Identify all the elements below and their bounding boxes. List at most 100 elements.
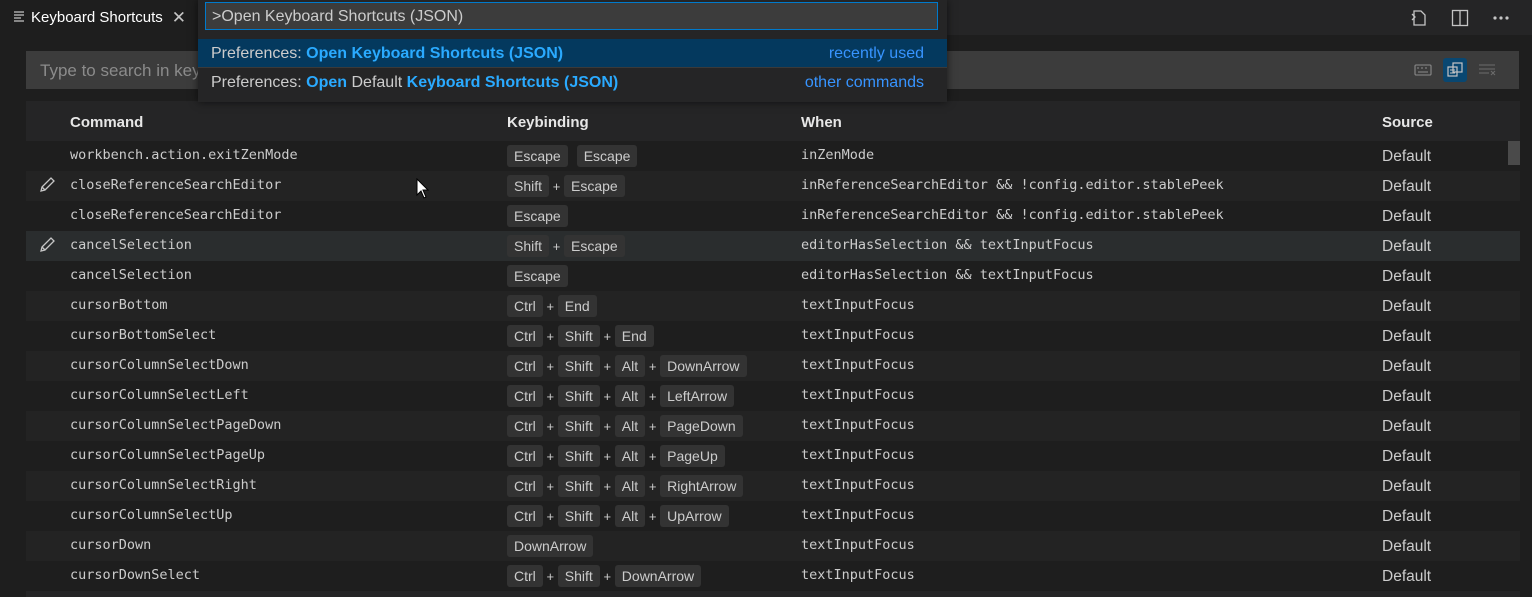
keybinding-cell: Escape Escape bbox=[507, 145, 638, 167]
keycap: Shift bbox=[507, 175, 550, 197]
table-row[interactable]: cursorColumnSelectLeft Ctrl + Shift + Alt + Lef… bbox=[26, 381, 1520, 411]
tab-label: Keyboard Shortcuts bbox=[31, 9, 163, 26]
source-cell: Default bbox=[1382, 208, 1432, 225]
command-cell: cursorColumnSelectPageUp bbox=[70, 447, 266, 463]
when-cell: inReferenceSearchEditor && !config.edito… bbox=[801, 177, 1224, 193]
keycap: Shift bbox=[557, 445, 600, 467]
keybinding-cell: Ctrl + Shift + Alt + DownArrow bbox=[507, 355, 747, 377]
source-cell: Default bbox=[1382, 508, 1432, 525]
list-icon bbox=[13, 10, 25, 25]
table-row[interactable]: cursorBottom Ctrl + End textInputFocus Defaul… bbox=[26, 291, 1520, 321]
command-cell: cancelSelection bbox=[70, 267, 192, 283]
when-cell: textInputFocus bbox=[801, 327, 915, 343]
keycap: DownArrow bbox=[660, 355, 747, 377]
source-cell: Default bbox=[1382, 568, 1432, 585]
keyboard-icon[interactable] bbox=[1411, 58, 1435, 82]
command-palette-input[interactable] bbox=[206, 3, 945, 31]
key-separator: + bbox=[648, 508, 657, 524]
table-row[interactable]: closeReferenceSearchEditor Shift + Escape in… bbox=[26, 171, 1520, 201]
column-header-source[interactable]: Source bbox=[1382, 114, 1433, 131]
keybinding-cell: Ctrl + Shift + Alt + RightArrow bbox=[507, 475, 744, 497]
key-separator: + bbox=[546, 418, 555, 434]
keybinding-cell: Ctrl + Shift + Alt + PageDown bbox=[507, 415, 743, 437]
keycap: LeftArrow bbox=[660, 385, 735, 407]
keycap: Ctrl bbox=[507, 355, 543, 377]
keycap: Escape bbox=[564, 235, 625, 257]
keycap: Alt bbox=[614, 475, 646, 497]
table-row[interactable]: cancelSelection Shift + Escape editorHasSele… bbox=[26, 231, 1520, 261]
key-separator: + bbox=[648, 418, 657, 434]
source-cell: Default bbox=[1382, 298, 1432, 315]
source-cell: Default bbox=[1382, 538, 1432, 555]
open-json-icon[interactable] bbox=[1408, 7, 1430, 29]
key-separator: + bbox=[648, 478, 657, 494]
close-icon[interactable]: ✕ bbox=[172, 8, 186, 28]
label-text: Preferences: bbox=[211, 45, 307, 62]
table-row[interactable]: closeReferenceSearchEditor Escape inRefere… bbox=[26, 201, 1520, 231]
keycap: Ctrl bbox=[507, 415, 543, 437]
command-palette-input-box bbox=[205, 2, 945, 31]
command-cell: cursorColumnSelectUp bbox=[70, 507, 233, 523]
when-cell: editorHasSelection && textInputFocus bbox=[801, 267, 1094, 283]
sort-precedence-icon[interactable] bbox=[1443, 58, 1467, 82]
clear-search-icon[interactable] bbox=[1475, 58, 1499, 82]
table-row[interactable]: cursorColumnSelectUp Ctrl + Shift + Alt + UpArr… bbox=[26, 501, 1520, 531]
edit-icon[interactable] bbox=[38, 176, 56, 194]
key-separator: + bbox=[603, 358, 612, 374]
key-separator: + bbox=[546, 508, 555, 524]
edit-icon[interactable] bbox=[38, 236, 56, 254]
source-cell: Default bbox=[1382, 448, 1432, 465]
keybinding-cell: Shift + Escape bbox=[507, 175, 625, 197]
command-cell: cursorColumnSelectRight bbox=[70, 477, 257, 493]
key-separator: + bbox=[546, 448, 555, 464]
list-separator bbox=[198, 67, 947, 68]
table-row[interactable]: cursorDown DownArrow textInputFocus Default bbox=[26, 531, 1520, 561]
search-tools bbox=[1411, 58, 1499, 82]
keycap: Shift bbox=[557, 475, 600, 497]
vertical-scrollbar[interactable] bbox=[1508, 141, 1520, 165]
table-row[interactable]: cancelSelection Escape editorHasSelection … bbox=[26, 261, 1520, 291]
when-cell: textInputFocus bbox=[801, 387, 915, 403]
table-row[interactable]: workbench.action.exitZenMode Escape Escape… bbox=[26, 141, 1520, 171]
command-palette-item[interactable]: Preferences: Open Default Keyboard Short… bbox=[198, 68, 947, 97]
command-cell: cursorColumnSelectDown bbox=[70, 357, 249, 373]
keycap: Ctrl bbox=[507, 445, 543, 467]
mouse-cursor-icon bbox=[416, 178, 430, 199]
key-separator: + bbox=[546, 568, 555, 584]
tab-keyboard-shortcuts[interactable]: Keyboard Shortcuts ✕ bbox=[0, 0, 200, 35]
command-palette: Preferences: Open Keyboard Shortcuts (JS… bbox=[198, 0, 947, 102]
table-row[interactable]: cursorColumnSelectDown Ctrl + Shift + Alt + Dow… bbox=[26, 351, 1520, 381]
when-cell: textInputFocus bbox=[801, 507, 915, 523]
key-separator: + bbox=[546, 478, 555, 494]
keycap: UpArrow bbox=[660, 505, 729, 527]
key-separator: + bbox=[603, 328, 612, 344]
table-row[interactable]: cursorColumnSelectRight Ctrl + Shift + Alt + Ri… bbox=[26, 471, 1520, 501]
command-palette-item-description: other commands bbox=[804, 74, 924, 91]
table-row[interactable]: cursorDownSelect Ctrl + Shift + DownArrow text… bbox=[26, 561, 1520, 591]
key-separator: + bbox=[648, 448, 657, 464]
column-header-when[interactable]: When bbox=[801, 114, 842, 131]
match-highlight: Open Keyboard Shortcuts (JSON) bbox=[306, 45, 564, 62]
when-cell: editorHasSelection && textInputFocus bbox=[801, 237, 1094, 253]
table-row[interactable]: cursorColumnSelectPageDown Ctrl + Shift + Alt… bbox=[26, 411, 1520, 441]
command-cell: cursorColumnSelectPageDown bbox=[70, 417, 282, 433]
when-cell: textInputFocus bbox=[801, 297, 915, 313]
command-cell: cursorColumnSelectLeft bbox=[70, 387, 249, 403]
keycap: Shift bbox=[507, 235, 550, 257]
command-palette-item[interactable]: Preferences: Open Keyboard Shortcuts (JS… bbox=[198, 39, 947, 68]
source-cell: Default bbox=[1382, 388, 1432, 405]
column-header-command[interactable]: Command bbox=[70, 114, 143, 131]
when-cell: inReferenceSearchEditor && !config.edito… bbox=[801, 207, 1224, 223]
source-cell: Default bbox=[1382, 358, 1432, 375]
table-row[interactable]: cursorColumnSelectPageUp Ctrl + Shift + Alt + P… bbox=[26, 441, 1520, 471]
column-header-keybinding[interactable]: Keybinding bbox=[507, 114, 589, 131]
keycap: Shift bbox=[557, 355, 600, 377]
command-palette-item-label: Preferences: Open Default Keyboard Short… bbox=[211, 74, 618, 92]
keycap: Escape bbox=[507, 145, 568, 167]
split-editor-icon[interactable] bbox=[1449, 7, 1471, 29]
source-cell: Default bbox=[1382, 328, 1432, 345]
table-row[interactable]: cursorBottomSelect Ctrl + Shift + End textInpu… bbox=[26, 321, 1520, 351]
when-cell: textInputFocus bbox=[801, 567, 915, 583]
more-actions-icon[interactable] bbox=[1490, 7, 1512, 29]
keycap: Ctrl bbox=[507, 325, 543, 347]
